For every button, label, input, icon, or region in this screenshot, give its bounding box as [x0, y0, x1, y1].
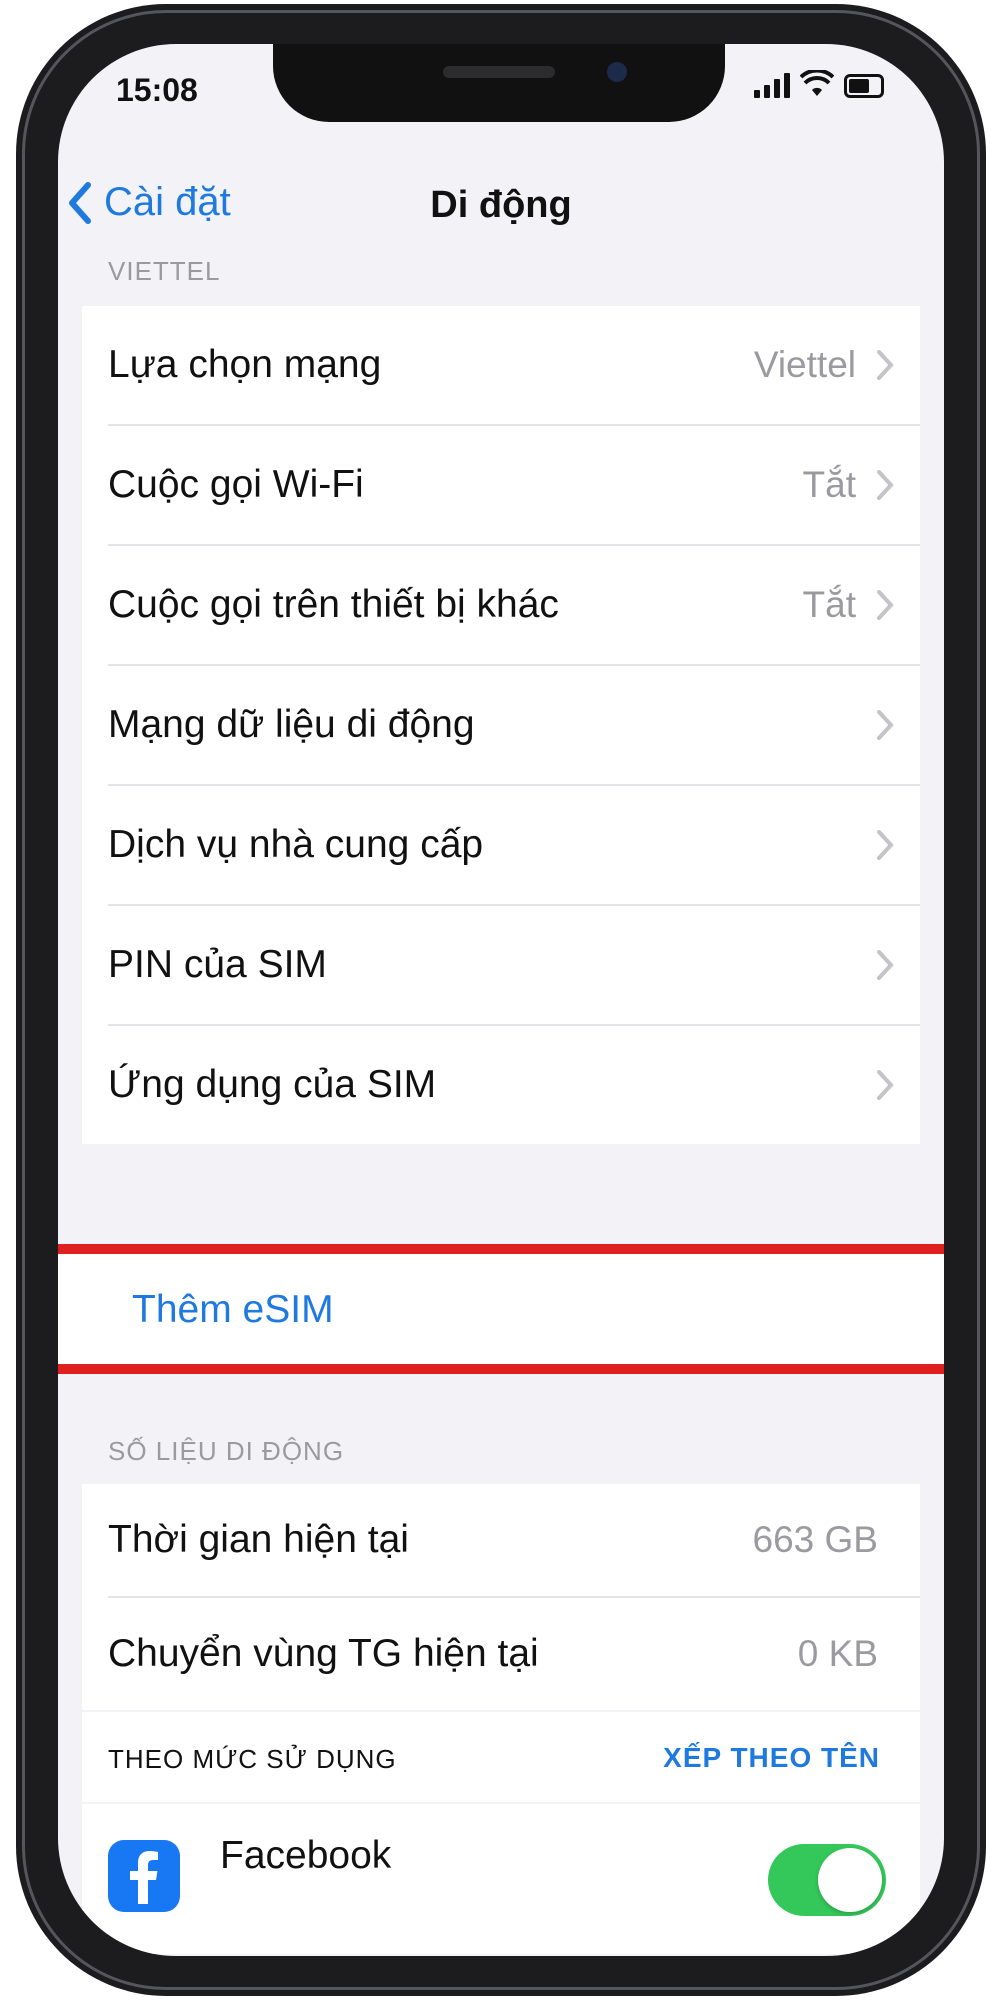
page-title: Di động [430, 184, 572, 226]
notch [273, 44, 725, 122]
chevron-right-icon [877, 590, 894, 620]
row-cellular-data-network[interactable]: Mạng dữ liệu di động [108, 666, 920, 786]
row-value: Viettel [753, 344, 856, 385]
section-header-cellular-data: SỐ LIỆU DI ĐỘNG [108, 1436, 345, 1466]
app-name: Facebook [220, 1834, 392, 1877]
screen: 15:08 Cài đặt Di động VIETTEL Lựa chọn m… [58, 44, 944, 1956]
chevron-right-icon [877, 950, 894, 980]
row-calls-other-devices[interactable]: Cuộc gọi trên thiết bị khác Tắt [108, 546, 920, 666]
row-current-period-roaming: Chuyển vùng TG hiện tại 0 KB [108, 1598, 920, 1710]
row-value: Tắt [802, 584, 856, 625]
status-time: 15:08 [116, 72, 198, 108]
wifi-icon [800, 70, 834, 96]
chevron-right-icon [877, 830, 894, 860]
carrier-settings-group: Lựa chọn mạng Viettel Cuộc gọi Wi-Fi Tắt… [82, 306, 920, 1144]
row-network-selection[interactable]: Lựa chọn mạng Viettel [108, 306, 920, 426]
row-label: PIN của SIM [108, 943, 327, 986]
row-label: Dịch vụ nhà cung cấp [108, 823, 484, 866]
row-sim-pin[interactable]: PIN của SIM [108, 906, 920, 1026]
row-label: Thời gian hiện tại [108, 1518, 409, 1561]
speaker [443, 66, 555, 78]
app-row-facebook: Facebook [82, 1804, 920, 1954]
sort-by-name-button[interactable]: XẾP THEO TÊN [663, 1742, 880, 1774]
row-sim-applications[interactable]: Ứng dụng của SIM [108, 1026, 920, 1144]
chevron-right-icon [877, 350, 894, 380]
highlight-box [58, 1244, 944, 1374]
facebook-icon [108, 1840, 180, 1912]
row-value: Tắt [802, 464, 856, 505]
sort-header: THEO MỨC SỬ DỤNG XẾP THEO TÊN [82, 1712, 920, 1802]
row-value: 0 KB [797, 1633, 878, 1674]
navigation-bar: Cài đặt Di động [58, 144, 944, 240]
row-value: 663 GB [752, 1519, 878, 1560]
sort-label: THEO MỨC SỬ DỤNG [108, 1744, 397, 1774]
row-carrier-services[interactable]: Dịch vụ nhà cung cấp [108, 786, 920, 906]
status-icons [754, 70, 884, 98]
chevron-right-icon [877, 470, 894, 500]
cellular-data-toggle[interactable] [768, 1844, 886, 1916]
row-current-period: Thời gian hiện tại 663 GB [108, 1484, 920, 1598]
row-label: Cuộc gọi Wi-Fi [108, 463, 364, 506]
section-header-carrier: VIETTEL [108, 256, 221, 286]
row-label: Lựa chọn mạng [108, 343, 382, 386]
chevron-right-icon [877, 710, 894, 740]
row-label: Mạng dữ liệu di động [108, 703, 475, 746]
row-wifi-calling[interactable]: Cuộc gọi Wi-Fi Tắt [108, 426, 920, 546]
front-camera [607, 62, 627, 82]
cellular-data-group: Thời gian hiện tại 663 GB Chuyển vùng TG… [82, 1484, 920, 1710]
chevron-right-icon [877, 1070, 894, 1100]
signal-icon [754, 70, 790, 98]
row-label: Chuyển vùng TG hiện tại [108, 1632, 539, 1675]
toggle-knob [818, 1848, 882, 1912]
battery-icon [844, 74, 884, 98]
phone-frame: 15:08 Cài đặt Di động VIETTEL Lựa chọn m… [16, 4, 986, 1996]
row-label: Ứng dụng của SIM [108, 1063, 437, 1106]
row-label: Cuộc gọi trên thiết bị khác [108, 583, 559, 626]
